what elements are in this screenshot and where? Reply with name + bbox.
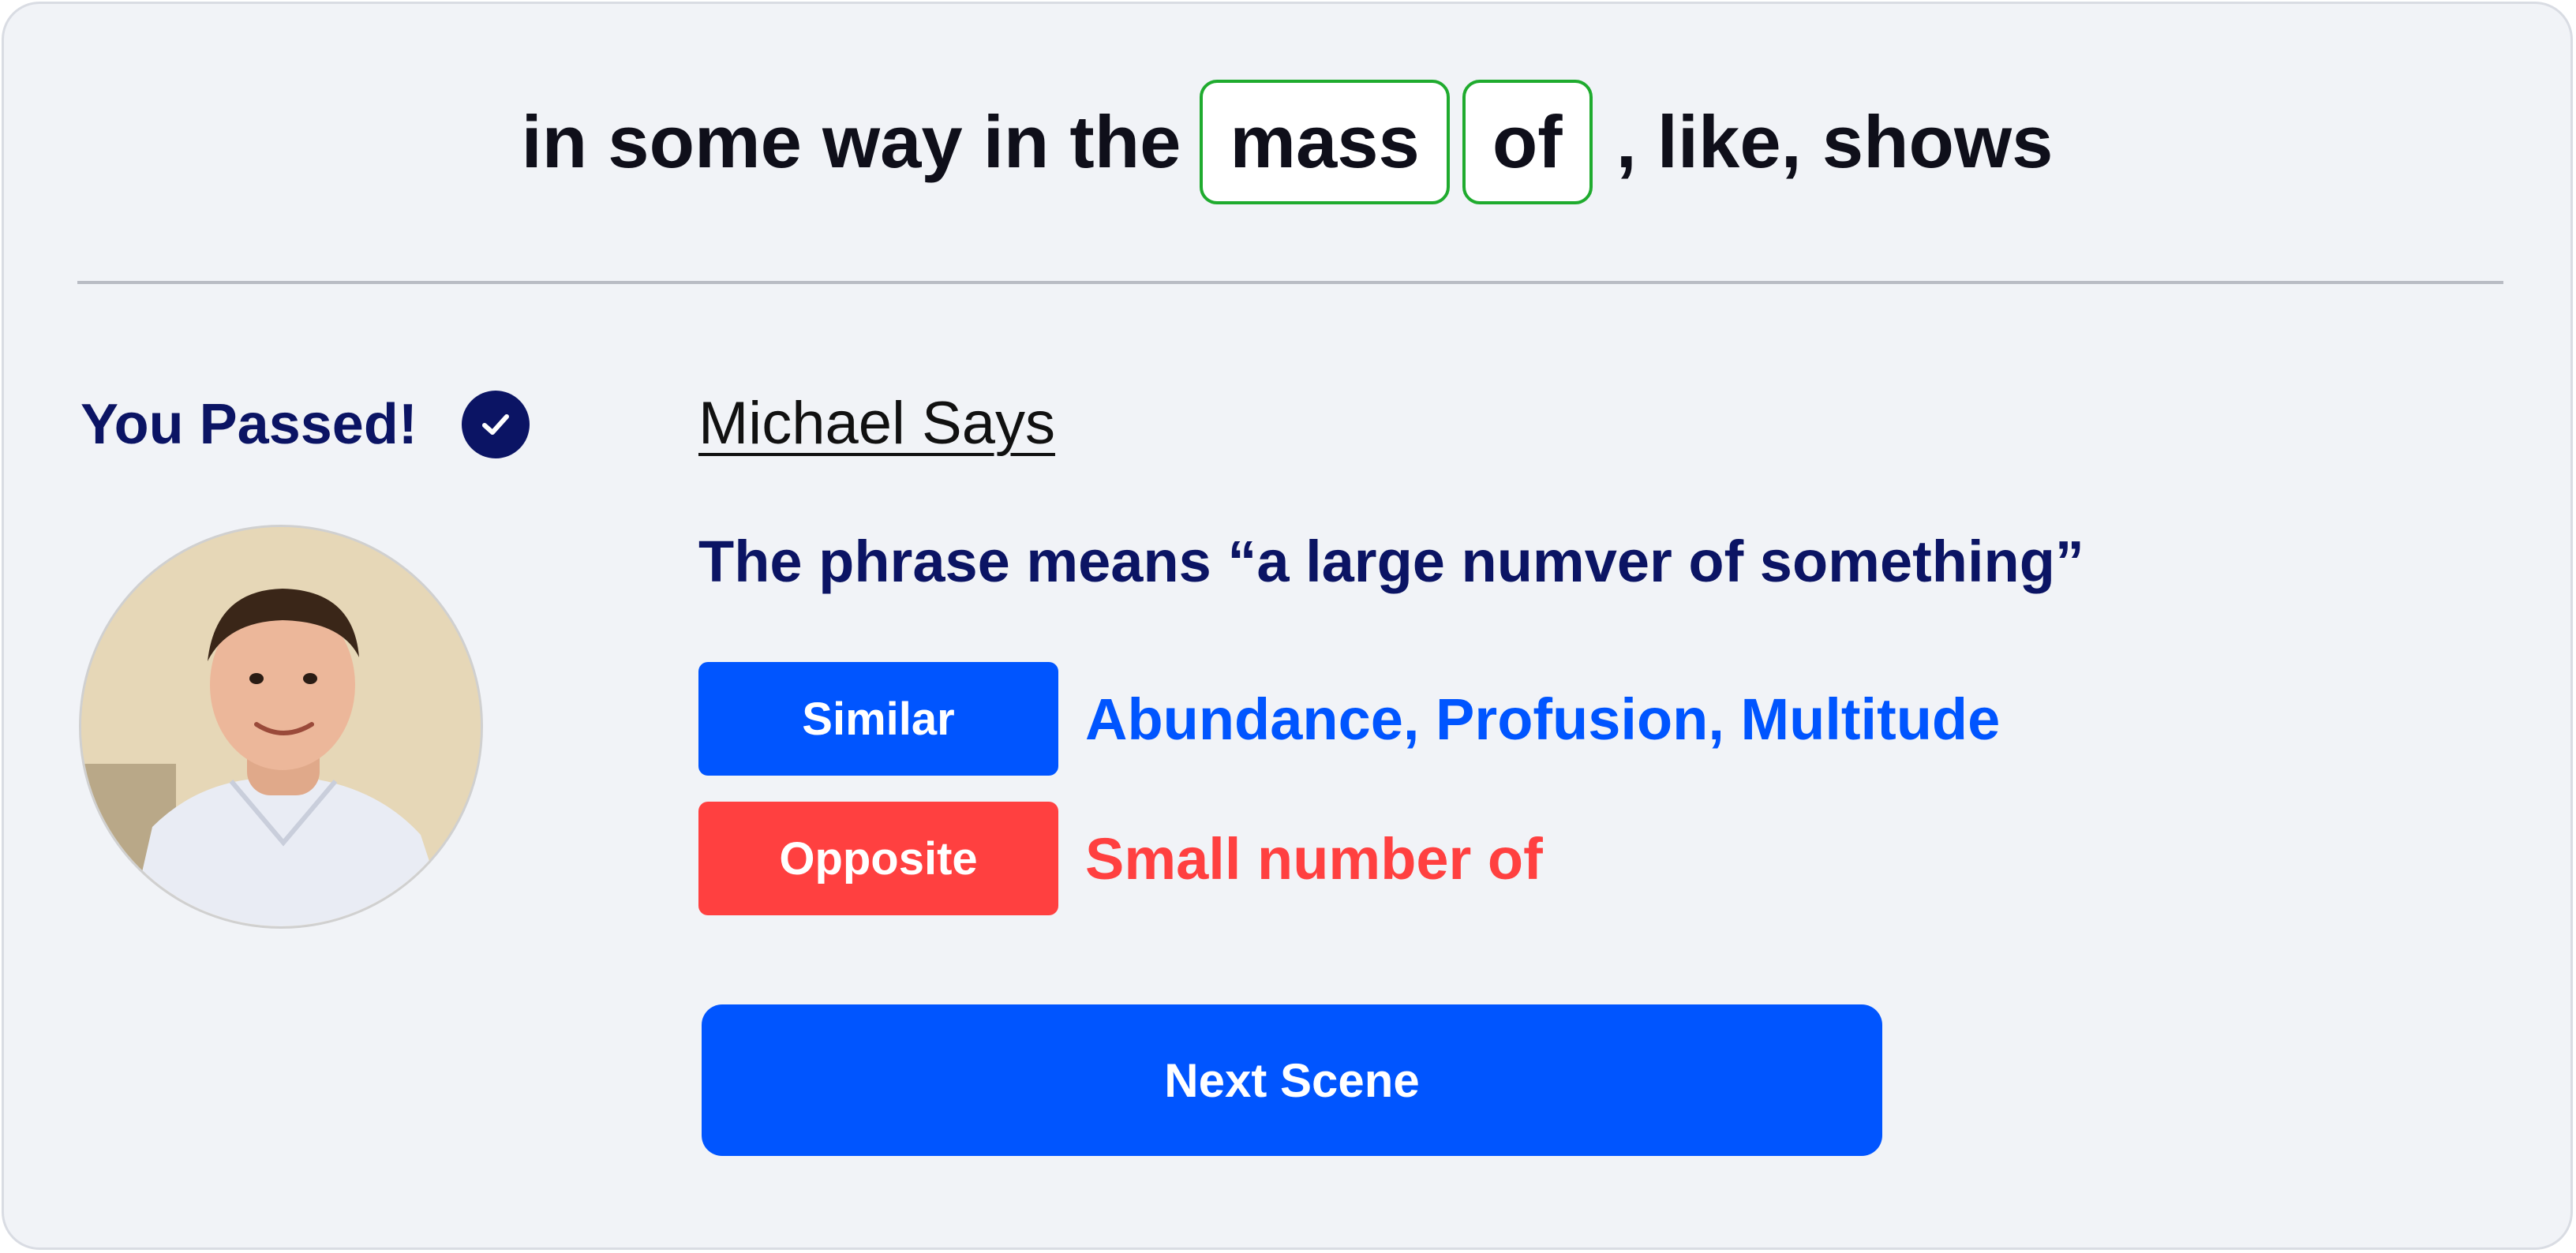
sentence-after: , like, shows — [1616, 100, 2054, 183]
similar-row: Similar Abundance, Profusion, Multitude — [698, 662, 2000, 776]
next-scene-button[interactable]: Next Scene — [702, 1004, 1882, 1156]
sentence-line: in some way in the mass of , like, shows — [4, 77, 2570, 208]
opposite-row: Opposite Small number of — [698, 802, 1543, 915]
check-circle-icon — [461, 391, 530, 458]
result-status-label: You Passed! — [80, 393, 417, 456]
speaker-link[interactable]: Michael Says — [698, 389, 1055, 458]
phrase-meaning: The phrase means “a large numver of some… — [698, 529, 2084, 594]
lesson-card: in some way in the mass of , like, shows… — [2, 2, 2573, 1250]
section-divider — [77, 281, 2503, 284]
highlighted-word-of[interactable]: of — [1462, 80, 1593, 204]
similar-words: Abundance, Profusion, Multitude — [1085, 686, 2001, 752]
similar-tag: Similar — [698, 662, 1058, 776]
opposite-words: Small number of — [1085, 825, 1543, 892]
opposite-tag: Opposite — [698, 802, 1058, 915]
result-status: You Passed! — [80, 391, 530, 458]
avatar — [79, 525, 483, 929]
highlighted-word-mass[interactable]: mass — [1200, 80, 1450, 204]
sentence-before: in some way in the — [521, 100, 1181, 183]
